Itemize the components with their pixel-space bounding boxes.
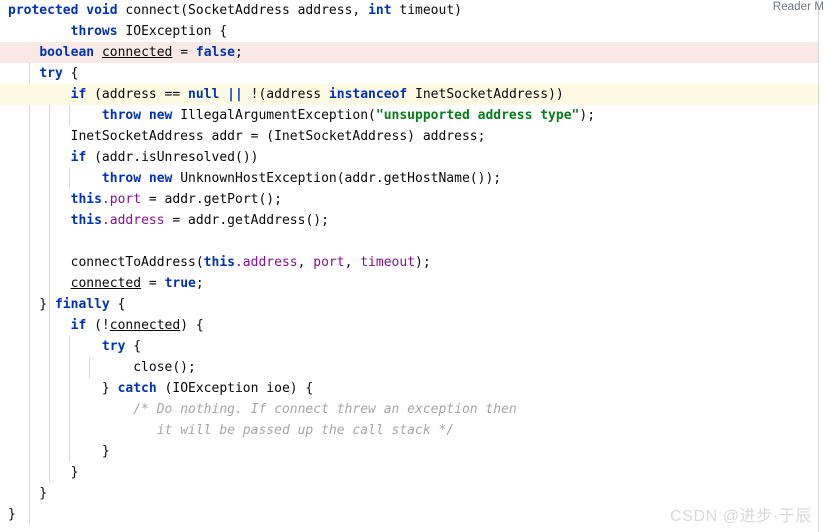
code-line-text: } (8, 507, 16, 522)
code-line: try { (0, 336, 818, 357)
code-line: InetSocketAddress addr = (InetSocketAddr… (0, 126, 818, 147)
code-line-text: throw new IllegalArgumentException("unsu… (101, 108, 596, 123)
code-line-text: it will be passed up the call stack */ (133, 423, 455, 438)
code-line-highlighted-pink: boolean connected = false; (0, 42, 818, 63)
code-lines[interactable]: protected void connect(SocketAddress add… (0, 0, 818, 532)
code-line-text: } (8, 486, 48, 501)
code-line: } (0, 462, 818, 483)
code-line: this.port = addr.getPort(); (0, 189, 818, 210)
code-line-highlighted-yellow: if (address == null || !(address instanc… (0, 84, 818, 105)
code-line-text: } finally { (8, 297, 126, 312)
code-line-text: this.port = addr.getPort(); (70, 192, 282, 207)
code-line: } finally { (0, 294, 818, 315)
code-line-text: connected = true; (70, 276, 204, 291)
editor-right-border (818, 0, 819, 532)
code-line: protected void connect(SocketAddress add… (0, 0, 818, 21)
code-line-text: boolean connected = false; (39, 45, 243, 60)
code-line: this.address = addr.getAddress(); (0, 210, 818, 231)
code-line: throws IOException { (0, 21, 818, 42)
code-line-text: try { (39, 66, 79, 81)
code-line: if (!connected) { (0, 315, 818, 336)
code-line-text: close(); (8, 360, 196, 375)
code-line: connected = true; (0, 273, 818, 294)
code-line-text: connectToAddress(this.address, port, tim… (8, 255, 431, 270)
code-line-text: protected void connect(SocketAddress add… (8, 3, 462, 18)
code-line-text: } (8, 444, 110, 459)
code-line-text: if (addr.isUnresolved()) (70, 150, 259, 165)
code-line-text: throw new UnknownHostException(addr.getH… (101, 171, 502, 186)
code-line-text: } (8, 465, 79, 480)
code-line-text: try { (101, 339, 142, 354)
code-line: } (0, 441, 818, 462)
code-editor-pane: protected void connect(SocketAddress add… (0, 0, 826, 532)
code-line: try { (0, 63, 818, 84)
code-line-comment: it will be passed up the call stack */ (0, 420, 818, 441)
code-line-text: this.address = addr.getAddress(); (70, 213, 329, 228)
code-line: } catch (IOException ioe) { (0, 378, 818, 399)
code-line: if (addr.isUnresolved()) (0, 147, 818, 168)
code-line-text: /* Do nothing. If connect threw an excep… (133, 402, 517, 417)
code-line: } (0, 483, 818, 504)
watermark: CSDN @进步·于辰 (670, 508, 812, 525)
code-line-empty (0, 231, 818, 252)
reader-mode-label[interactable]: Reader M (773, 1, 824, 13)
code-line-text: InetSocketAddress addr = (InetSocketAddr… (8, 129, 486, 144)
code-line: close(); (0, 357, 818, 378)
code-line-text: if (!connected) { (70, 318, 204, 333)
code-line-text: if (address == null || !(address instanc… (70, 87, 564, 102)
code-line: throw new UnknownHostException(addr.getH… (0, 168, 818, 189)
code-line: throw new IllegalArgumentException("unsu… (0, 105, 818, 126)
code-line-comment: /* Do nothing. If connect threw an excep… (0, 399, 818, 420)
code-line: connectToAddress(this.address, port, tim… (0, 252, 818, 273)
code-line-text: throws IOException { (70, 24, 228, 39)
code-line-text: } catch (IOException ioe) { (8, 381, 314, 396)
